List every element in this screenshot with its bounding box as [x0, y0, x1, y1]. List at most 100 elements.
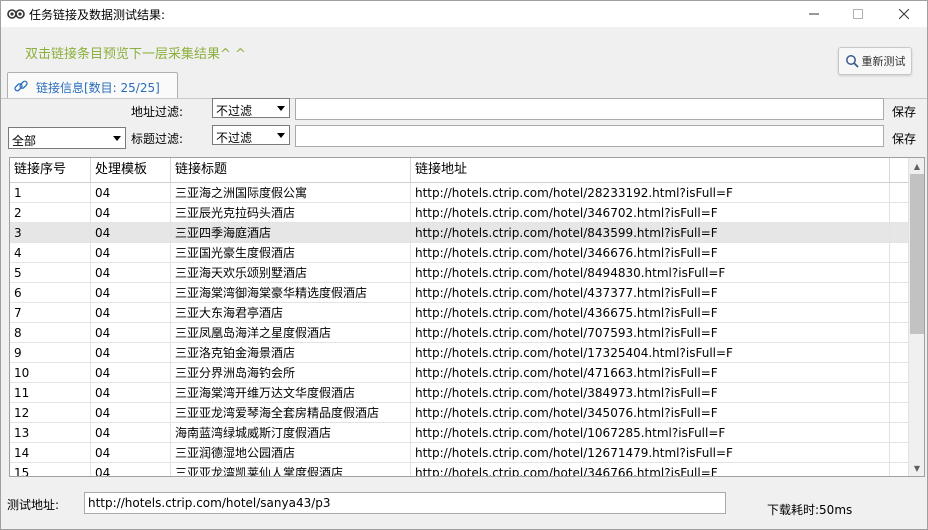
cell-col-template: 04 — [91, 463, 171, 476]
cell-col-title: 三亚分界洲岛海钓会所 — [171, 363, 411, 383]
category-select-value: 全部 — [12, 134, 37, 148]
table-row[interactable]: 8 04 三亚凤凰岛海洋之星度假酒店 http://hotels.ctrip.com/… — [10, 323, 908, 343]
cell-col-template: 04 — [91, 223, 171, 243]
maximize-button[interactable] — [835, 1, 881, 27]
cell-col-template: 04 — [91, 343, 171, 363]
title-filter-input[interactable] — [295, 125, 884, 147]
cell-col-index: 13 — [10, 423, 91, 443]
header-col-url[interactable]: 链接地址 — [411, 158, 890, 182]
cell-col-url: http://hotels.ctrip.com/hotel/17325404.h… — [411, 343, 890, 363]
cell-col-title: 三亚国光豪生度假酒店 — [171, 243, 411, 263]
cell-col-template: 04 — [91, 363, 171, 383]
tab-link-info[interactable]: 链接信息[数目: 25/25] — [7, 72, 178, 99]
link-table: 链接序号 处理模板 链接标题 链接地址 1 04 三亚海之洲国际度假公寓 http://ho… — [9, 157, 925, 477]
header-col-index[interactable]: 链接序号 — [10, 158, 91, 182]
cell-col-url: http://hotels.ctrip.com/hotel/707593.htm… — [411, 323, 890, 343]
cell-col-index: 5 — [10, 263, 91, 283]
cell-col-url: http://hotels.ctrip.com/hotel/346766.htm… — [411, 463, 890, 476]
minimize-icon — [809, 13, 819, 15]
category-select[interactable]: 全部 — [8, 127, 126, 149]
address-save-button[interactable]: 保存 — [892, 103, 916, 120]
cell-col-title: 海南蓝湾绿城威斯汀度假酒店 — [171, 423, 411, 443]
cell-col-title: 三亚亚龙湾爱琴海全套房精品度假酒店 — [171, 403, 411, 423]
header-col-template[interactable]: 处理模板 — [91, 158, 171, 182]
table-row[interactable]: 7 04 三亚大东海君亭酒店 http://hotels.ctrip.com/hote… — [10, 303, 908, 323]
address-filter-input[interactable] — [295, 98, 884, 120]
cell-col-url: http://hotels.ctrip.com/hotel/437377.htm… — [411, 283, 890, 303]
scroll-thumb[interactable] — [910, 174, 924, 334]
table-row[interactable]: 15 04 三亚亚龙湾凯莱仙人掌度假酒店 http://hotels.ctrip.co… — [10, 463, 908, 476]
title-filter-mode-value: 不过滤 — [216, 131, 253, 145]
cell-col-title: 三亚辰光克拉码头酒店 — [171, 203, 411, 223]
preview-hint: 双击链接条目预览下一层采集结果^ ^ — [25, 47, 246, 62]
table-row[interactable]: 9 04 三亚洛克铂金海景酒店 http://hotels.ctrip.com/hot… — [10, 343, 908, 363]
cell-col-title: 三亚大东海君亭酒店 — [171, 303, 411, 323]
table-row[interactable]: 1 04 三亚海之洲国际度假公寓 http://hotels.ctrip.com/ho… — [10, 183, 908, 203]
cell-col-template: 04 — [91, 263, 171, 283]
table-row[interactable]: 5 04 三亚海天欢乐颂别墅酒店 http://hotels.ctrip.com/ho… — [10, 263, 908, 283]
address-filter-label: 地址过滤: — [131, 105, 184, 119]
chevron-down-icon — [273, 126, 289, 144]
cell-col-template: 04 — [91, 203, 171, 223]
table-row[interactable]: 14 04 三亚润德湿地公园酒店 http://hotels.ctrip.com/ho… — [10, 443, 908, 463]
cell-col-index: 4 — [10, 243, 91, 263]
cell-col-index: 2 — [10, 203, 91, 223]
close-button[interactable] — [881, 1, 927, 27]
address-filter-mode[interactable]: 不过滤 — [212, 98, 290, 118]
table-row[interactable]: 2 04 三亚辰光克拉码头酒店 http://hotels.ctrip.com/hot… — [10, 203, 908, 223]
cell-col-template: 04 — [91, 383, 171, 403]
cell-col-url: http://hotels.ctrip.com/hotel/1067285.ht… — [411, 423, 890, 443]
window-title: 任务链接及数据测试结果: — [29, 8, 166, 22]
download-time: 下载耗时:50ms — [767, 503, 853, 517]
cell-col-index: 15 — [10, 463, 91, 476]
cell-col-url: http://hotels.ctrip.com/hotel/8494830.ht… — [411, 263, 890, 283]
cell-col-template: 04 — [91, 303, 171, 323]
cell-col-title: 三亚亚龙湾凯莱仙人掌度假酒店 — [171, 463, 411, 476]
retest-button[interactable]: 重新测试 — [838, 47, 912, 75]
title-save-button[interactable]: 保存 — [892, 130, 916, 147]
title-filter-label: 标题过滤: — [131, 132, 184, 146]
table-row[interactable]: 4 04 三亚国光豪生度假酒店 http://hotels.ctrip.com/hot… — [10, 243, 908, 263]
cell-col-url: http://hotels.ctrip.com/hotel/28233192.h… — [411, 183, 890, 203]
cell-col-url: http://hotels.ctrip.com/hotel/346676.htm… — [411, 243, 890, 263]
scroll-down-icon[interactable]: ▼ — [909, 460, 924, 476]
cell-col-index: 10 — [10, 363, 91, 383]
cell-col-url: http://hotels.ctrip.com/hotel/384973.htm… — [411, 383, 890, 403]
cell-col-template: 04 — [91, 243, 171, 263]
header-col-title[interactable]: 链接标题 — [171, 158, 411, 182]
scroll-up-icon[interactable]: ▲ — [909, 158, 924, 174]
table-row[interactable]: 3 04 三亚四季海庭酒店 http://hotels.ctrip.com/hotel… — [10, 223, 908, 243]
table-row[interactable]: 12 04 三亚亚龙湾爱琴海全套房精品度假酒店 http://hotels.ctrip… — [10, 403, 908, 423]
cell-col-url: http://hotels.ctrip.com/hotel/345076.htm… — [411, 403, 890, 423]
cell-col-url: http://hotels.ctrip.com/hotel/843599.htm… — [411, 223, 890, 243]
table-row[interactable]: 10 04 三亚分界洲岛海钓会所 http://hotels.ctrip.com/ho… — [10, 363, 908, 383]
cell-col-title: 三亚海天欢乐颂别墅酒店 — [171, 263, 411, 283]
chevron-down-icon — [273, 99, 289, 117]
cell-col-index: 7 — [10, 303, 91, 323]
test-url-input[interactable]: http://hotels.ctrip.com/hotel/sanya43/p3 — [84, 492, 726, 514]
cell-col-template: 04 — [91, 443, 171, 463]
maximize-icon — [853, 9, 863, 19]
title-bar: 任务链接及数据测试结果: — [1, 1, 927, 27]
test-url-value: http://hotels.ctrip.com/hotel/sanya43/p3 — [88, 496, 331, 510]
cell-col-index: 8 — [10, 323, 91, 343]
table-row[interactable]: 13 04 海南蓝湾绿城威斯汀度假酒店 http://hotels.ctrip.com… — [10, 423, 908, 443]
cell-col-title: 三亚润德湿地公园酒店 — [171, 443, 411, 463]
title-filter-mode[interactable]: 不过滤 — [212, 125, 290, 145]
cell-col-index: 12 — [10, 403, 91, 423]
cell-col-index: 6 — [10, 283, 91, 303]
cell-col-index: 3 — [10, 223, 91, 243]
tab-label: 链接信息[数目: 25/25] — [36, 81, 160, 95]
table-row[interactable]: 11 04 三亚海棠湾开维万达文华度假酒店 http://hotels.ctrip.c… — [10, 383, 908, 403]
app-icon — [7, 9, 25, 19]
table-row[interactable]: 6 04 三亚海棠湾御海棠豪华精选度假酒店 http://hotels.ctrip.c… — [10, 283, 908, 303]
cell-col-template: 04 — [91, 283, 171, 303]
cell-col-url: http://hotels.ctrip.com/hotel/471663.htm… — [411, 363, 890, 383]
cell-col-title: 三亚海棠湾开维万达文华度假酒店 — [171, 383, 411, 403]
minimize-button[interactable] — [791, 1, 837, 27]
search-icon — [845, 55, 859, 68]
vertical-scrollbar[interactable]: ▲ ▼ — [908, 158, 924, 476]
cell-col-title: 三亚海棠湾御海棠豪华精选度假酒店 — [171, 283, 411, 303]
test-url-label: 测试地址: — [7, 498, 60, 512]
cell-col-template: 04 — [91, 423, 171, 443]
